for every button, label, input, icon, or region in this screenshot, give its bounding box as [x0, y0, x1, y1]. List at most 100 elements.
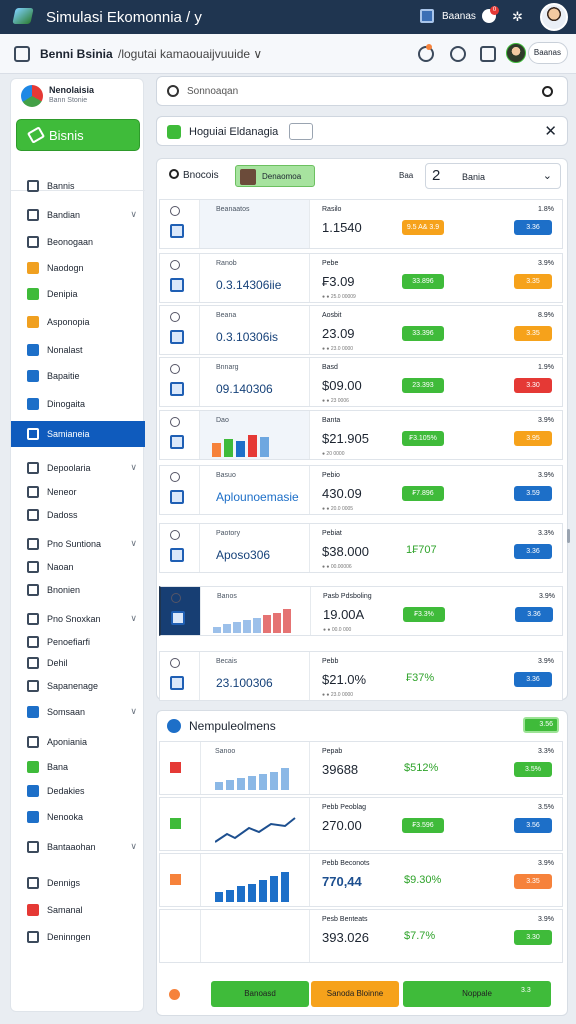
mini-bar [226, 780, 234, 790]
sidebar-item[interactable]: Samianeia [11, 421, 145, 447]
sidebar-item[interactable]: Samanal [11, 897, 145, 923]
primary-button[interactable]: Bisnis [16, 119, 140, 151]
settings-icon[interactable]: ✲ [512, 9, 523, 25]
primary-button-label: Bisnis [49, 128, 84, 143]
sidebar-item[interactable]: Dedakies [11, 778, 145, 804]
window-icon[interactable] [420, 9, 434, 23]
help-icon[interactable] [450, 46, 466, 62]
table-row[interactable]: Banos Pasb Pdsboling 19.00A ● ● 00.0 000 ₣3.… [159, 586, 563, 636]
chevron-down-icon: ∨ [130, 538, 137, 548]
summary-badge[interactable]: 3.30 [514, 930, 552, 945]
table-row[interactable]: Basuo Aplounoemasie Pebio 430.09 ● ● 20.0 00… [159, 465, 563, 515]
search-submit-icon[interactable] [542, 86, 553, 97]
summary-row[interactable]: Pebb Peoblag 270.00 ₣3.596 3.5% 3.56 [159, 797, 563, 851]
row-label: Beanaatos [216, 206, 250, 213]
account-label[interactable]: Baanas [442, 11, 476, 22]
window-title: Simulasi Ekomonnia / y [46, 9, 202, 26]
row-label-cell: Beana 0.3.10306is [200, 306, 310, 354]
summary-sublabel: Pebb Peoblag [322, 804, 366, 811]
sidebar-item[interactable]: Bana [11, 754, 145, 780]
panel-tag[interactable]: Denaomoa [235, 165, 315, 187]
sidebar-item[interactable]: Dennigs [11, 870, 145, 896]
menu-icon[interactable] [14, 46, 30, 62]
edit-icon [27, 398, 39, 410]
table-row[interactable]: Dao Banta $21.905 ● 20 0000 ₣3.105% 3.9% 3.95 [159, 410, 563, 460]
section-icon [167, 719, 181, 733]
panel-tag-label: Denaomoa [262, 172, 302, 181]
sidebar-item[interactable]: Bantaaohan ∨ [11, 834, 145, 860]
action-button[interactable]: Noppale [403, 981, 551, 1007]
sidebar-item[interactable]: Asponopia [11, 309, 145, 335]
row-code: Aplounoemasie [216, 490, 299, 504]
status-badge[interactable]: 3.59 [514, 486, 552, 501]
mini-bar [226, 890, 234, 902]
table-row[interactable]: Paotory Aposo306 Pebiat $38.000 ● ● 00.00006… [159, 523, 563, 573]
sidebar-item[interactable]: Dinogaita [11, 391, 145, 417]
action-button[interactable]: Sanoda Bloinne [311, 981, 399, 1007]
row-value: $09.00 [322, 378, 362, 393]
change-chip: 33.396 [402, 326, 444, 341]
sidebar-item[interactable]: Deninngen [11, 924, 145, 950]
camera-icon[interactable] [289, 123, 313, 140]
status-square-icon [170, 818, 181, 829]
status-badge[interactable]: 3.35 [514, 274, 552, 289]
table-row[interactable]: Beanaatos Rasilo 1.1540 9.5 A& 3.9 1.8% 3.36 [159, 199, 563, 249]
sidebar-item[interactable]: Nenooka [11, 804, 145, 830]
section-title: Nempuleolmens [189, 719, 276, 733]
user-avatar[interactable] [506, 43, 526, 63]
sidebar-item[interactable]: Bannis [11, 173, 145, 199]
sidebar-item[interactable]: Naodogn [11, 255, 145, 281]
list-icon [27, 785, 39, 797]
table-row[interactable]: Bnnarg 09.140306 Basd $09.00 ● ● 23 0006 23.3… [159, 357, 563, 407]
status-badge[interactable]: 3.30 [514, 378, 552, 393]
breadcrumb-main[interactable]: Benni Bsinia [40, 47, 113, 61]
sidebar-item[interactable]: Sapanenage [11, 673, 145, 699]
avatar[interactable] [540, 3, 568, 31]
sidebar-item[interactable]: Denipia [11, 281, 145, 307]
sidebar-item[interactable]: Dadoss [11, 502, 145, 528]
summary-badge[interactable]: 3.5% [514, 762, 552, 777]
table-row[interactable]: Becais 23.100306 Pebb $21.0% ● ● 23.0 0000 ₣3… [159, 651, 563, 701]
table-row[interactable]: Ranob 0.3.14306iie Pebe ₣3.09 ● ● 25.0 00009… [159, 253, 563, 303]
filter-select[interactable]: 2 Bania ⌄ [425, 163, 561, 189]
row-value: ₣3.09 [322, 274, 355, 289]
sidebar-item[interactable]: Bnonien [11, 577, 145, 603]
sidebar-item[interactable]: Aponiania [11, 729, 145, 755]
status-badge[interactable]: 3.36 [514, 220, 552, 235]
breadcrumb[interactable]: /logutai kamaouaijvuuide ∨ [118, 47, 262, 61]
status-badge[interactable]: 3.36 [514, 672, 552, 687]
status-badge[interactable]: 3.35 [514, 326, 552, 341]
status-badge[interactable]: 3.95 [514, 431, 552, 446]
close-icon[interactable]: ✕ [544, 122, 557, 140]
grid-icon [170, 548, 184, 562]
status-badge[interactable]: 3.36 [515, 607, 553, 622]
toolbar: Benni Bsinia /logutai kamaouaijvuuide ∨ … [0, 34, 576, 74]
summary-badge[interactable]: 3.35 [514, 874, 552, 889]
chevron-down-icon: ⌄ [542, 170, 552, 182]
table-row[interactable]: Beana 0.3.10306is Aosbit 23.09 ● ● 23.0 0000… [159, 305, 563, 355]
sidebar-item[interactable]: Bandian ∨ [11, 202, 145, 228]
summary-change: $7.7% [404, 930, 436, 942]
sidebar-item[interactable]: Bapaitie [11, 363, 145, 389]
status-badge[interactable]: 3.36 [514, 544, 552, 559]
sidebar-item[interactable]: Depoolaria ∨ [11, 455, 145, 481]
sidebar-item[interactable]: Nonalast [11, 337, 145, 363]
user-pill[interactable]: Baanas [528, 42, 568, 64]
grid-icon [170, 278, 184, 292]
app-logo-icon [12, 8, 34, 24]
scrollbar[interactable] [567, 529, 570, 543]
share-icon[interactable] [480, 46, 496, 62]
search-box[interactable]: Sonnoaqan [156, 76, 568, 106]
section-toggle[interactable]: 3.56 [523, 717, 559, 733]
mini-bar [215, 782, 223, 790]
search-input[interactable]: Sonnoaqan [187, 86, 238, 97]
sidebar-item[interactable]: Beonogaan [11, 229, 145, 255]
sidebar-item[interactable]: Somsaan ∨ [11, 699, 145, 725]
summary-row[interactable]: Sanoo Pepab 39688 $512% 3.3% 3.5% [159, 741, 563, 795]
sidebar-item-label: Sapanenage [47, 681, 99, 691]
summary-row[interactable]: Pebb Beconots 770,44 $9.30% 3.9% 3.35 [159, 853, 563, 907]
summary-badge[interactable]: 3.56 [514, 818, 552, 833]
summary-row[interactable]: Pesb Benteats 393.026 $7.7% 3.9% 3.30 [159, 909, 563, 963]
action-button[interactable]: Banoasd [211, 981, 309, 1007]
grid-icon [170, 224, 184, 238]
